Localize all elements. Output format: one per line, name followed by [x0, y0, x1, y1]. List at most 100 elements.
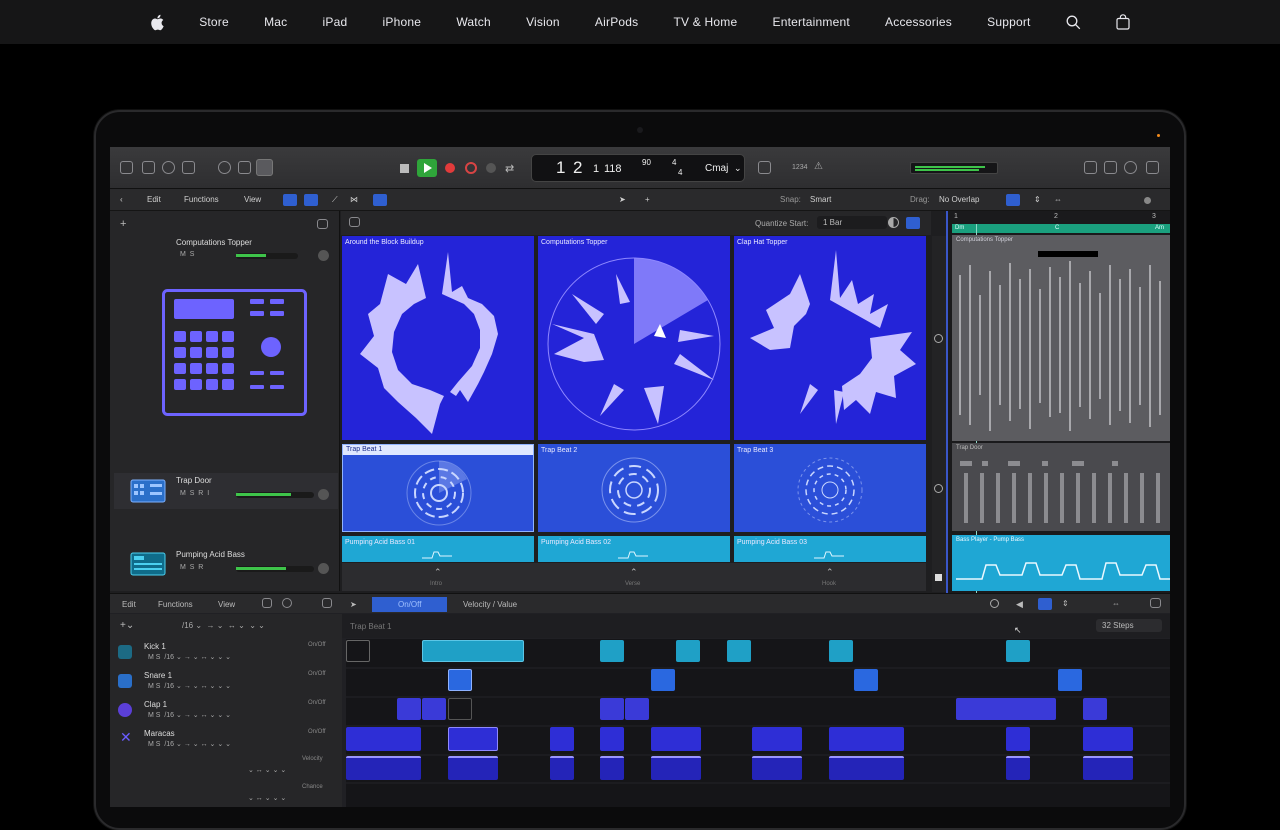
- edit-menu[interactable]: Edit: [147, 195, 161, 204]
- library-icon[interactable]: [120, 161, 133, 174]
- step-clap-12[interactable]: [625, 698, 649, 720]
- step-velocity-1[interactable]: [346, 756, 421, 780]
- seq-speaker-icon[interactable]: ◀: [1016, 599, 1023, 610]
- quick-help-icon[interactable]: [162, 161, 175, 174]
- bass-region[interactable]: Bass Player - Pump Bass: [952, 535, 1170, 591]
- metronome-icon[interactable]: ⚠: [814, 161, 823, 172]
- step-row-header-clap[interactable]: Clap 1 On/Off M S /16 ⌄ → ⌄ ↔ ⌄ ⌄ ⌄: [116, 699, 336, 723]
- step-row-header-snare[interactable]: Snare 1 On/Off M S /16 ⌄ → ⌄ ↔ ⌄ ⌄ ⌄: [116, 670, 336, 694]
- grid-view-button[interactable]: [283, 194, 297, 206]
- step-velocity-20[interactable]: [829, 756, 904, 780]
- functions-menu[interactable]: Functions: [184, 195, 219, 204]
- step-velocity-9[interactable]: [550, 756, 574, 780]
- step-grid[interactable]: [346, 639, 1170, 807]
- loop-cell[interactable]: Pumping Acid Bass 01: [342, 536, 534, 562]
- quantize-start-dropdown[interactable]: 1 Bar: [817, 216, 887, 229]
- seq-velocity-value[interactable]: Velocity / Value: [463, 600, 517, 609]
- waveform-zoom-button[interactable]: [1006, 194, 1020, 206]
- step-maracas-13[interactable]: [651, 727, 701, 751]
- list-icon[interactable]: [1104, 161, 1117, 174]
- seq-hzoom-icon[interactable]: ⇔: [1112, 599, 1120, 608]
- row-controls[interactable]: M S /16 ⌄ → ⌄ ↔ ⌄ ⌄ ⌄: [148, 653, 231, 661]
- track-msri-controls[interactable]: M S R I: [180, 490, 209, 497]
- count-in-button[interactable]: [486, 163, 496, 173]
- scene-trigger-icon[interactable]: ⌃: [630, 567, 638, 578]
- track-stop-icon[interactable]: [934, 484, 943, 493]
- list-view-button[interactable]: [304, 194, 318, 206]
- track-stop-icon[interactable]: [934, 334, 943, 343]
- step-velocity-17[interactable]: [752, 756, 802, 780]
- loop-cell[interactable]: Around the Block Buildup: [342, 236, 534, 440]
- add-track-icon[interactable]: +: [120, 218, 126, 230]
- step-clap-25[interactable]: [956, 698, 1056, 720]
- track-volume-slider[interactable]: [236, 253, 298, 259]
- row-controls[interactable]: M S /16 ⌄ → ⌄ ↔ ⌄ ⌄ ⌄: [148, 740, 231, 748]
- nav-support[interactable]: Support: [987, 15, 1030, 29]
- loop-cell[interactable]: Pumping Acid Bass 03: [734, 536, 926, 562]
- track-ms-controls[interactable]: M S: [180, 251, 194, 258]
- note-pad-icon[interactable]: [1084, 161, 1097, 174]
- lcd-display[interactable]: 1 2 1 118 90 4 4 Cmaj ⌄: [531, 154, 745, 182]
- step-kick-14[interactable]: [676, 640, 700, 662]
- lcd-dropdown-icon[interactable]: ⌄: [734, 163, 742, 174]
- inspector-icon[interactable]: [142, 161, 155, 174]
- nav-iphone[interactable]: iPhone: [383, 15, 422, 29]
- track-options-icon[interactable]: [317, 219, 328, 229]
- back-icon[interactable]: ‹: [120, 195, 123, 204]
- track-volume-slider[interactable]: [236, 566, 314, 572]
- track-volume-slider[interactable]: [236, 492, 314, 498]
- nav-store[interactable]: Store: [199, 15, 229, 29]
- step-maracas-27[interactable]: [1006, 727, 1030, 751]
- step-maracas-30[interactable]: [1083, 727, 1133, 751]
- step-maracas-17[interactable]: [752, 727, 802, 751]
- loop-cell[interactable]: Pumping Acid Bass 02: [538, 536, 730, 562]
- step-velocity-27[interactable]: [1006, 756, 1030, 780]
- track-msr-controls[interactable]: M S R: [180, 564, 203, 571]
- drum-region[interactable]: Trap Door: [952, 443, 1170, 531]
- seq-view-menu[interactable]: View: [218, 600, 235, 609]
- nav-entertainment[interactable]: Entertainment: [773, 15, 850, 29]
- step-maracas-1[interactable]: [346, 727, 421, 751]
- loop-cell[interactable]: Trap Beat 2: [538, 444, 730, 532]
- loop-cell[interactable]: Clap Hat Topper: [734, 236, 926, 440]
- play-button[interactable]: [417, 159, 437, 177]
- editors-pencil-icon[interactable]: [256, 159, 273, 176]
- step-velocity-11[interactable]: [600, 756, 624, 780]
- track-pan-knob[interactable]: [318, 563, 329, 574]
- seq-follow-icon[interactable]: [990, 599, 999, 608]
- nav-airpods[interactable]: AirPods: [595, 15, 638, 29]
- step-maracas-9[interactable]: [550, 727, 574, 751]
- secondary-tool-icon[interactable]: +: [645, 195, 650, 204]
- step-kick-27[interactable]: [1006, 640, 1030, 662]
- step-velocity-13[interactable]: [651, 756, 701, 780]
- track-pan-knob[interactable]: [318, 489, 329, 500]
- seq-zoom-button[interactable]: [1038, 598, 1052, 610]
- seq-comment-icon[interactable]: [1150, 598, 1161, 608]
- step-kick-16[interactable]: [727, 640, 751, 662]
- view-menu[interactable]: View: [244, 195, 261, 204]
- step-kick-20[interactable]: [829, 640, 853, 662]
- record-option-icon[interactable]: [1144, 197, 1151, 204]
- grid-options-icon[interactable]: [349, 217, 360, 227]
- step-velocity-30[interactable]: [1083, 756, 1133, 780]
- stop-all-button[interactable]: [935, 574, 942, 581]
- step-velocity-5[interactable]: [448, 756, 498, 780]
- track-name-pumping-acid-bass[interactable]: Pumping Acid Bass: [176, 550, 245, 559]
- step-row-header-kick[interactable]: Kick 1 On/Off M S /16 ⌄ → ⌄ ↔ ⌄ ⌄ ⌄: [116, 641, 336, 665]
- copy-icon[interactable]: [262, 598, 272, 608]
- stop-button[interactable]: [400, 164, 409, 173]
- step-clap-4[interactable]: [422, 698, 446, 720]
- seq-steps-dropdown[interactable]: 32 Steps: [1096, 619, 1162, 632]
- link-button[interactable]: [906, 217, 920, 229]
- nav-accessories[interactable]: Accessories: [885, 15, 952, 29]
- step-kick-1[interactable]: [346, 640, 370, 662]
- step-kick-11[interactable]: [600, 640, 624, 662]
- loop-icon[interactable]: [282, 598, 292, 608]
- seq-pointer-icon[interactable]: ➤: [350, 600, 357, 609]
- pointer-tool-icon[interactable]: ➤: [619, 195, 626, 204]
- seq-add-row-icon[interactable]: +⌄: [120, 620, 134, 631]
- step-snare-13[interactable]: [651, 669, 675, 691]
- step-clap-3[interactable]: [397, 698, 421, 720]
- apple-logo-icon[interactable]: [150, 14, 164, 31]
- step-clap-30[interactable]: [1083, 698, 1107, 720]
